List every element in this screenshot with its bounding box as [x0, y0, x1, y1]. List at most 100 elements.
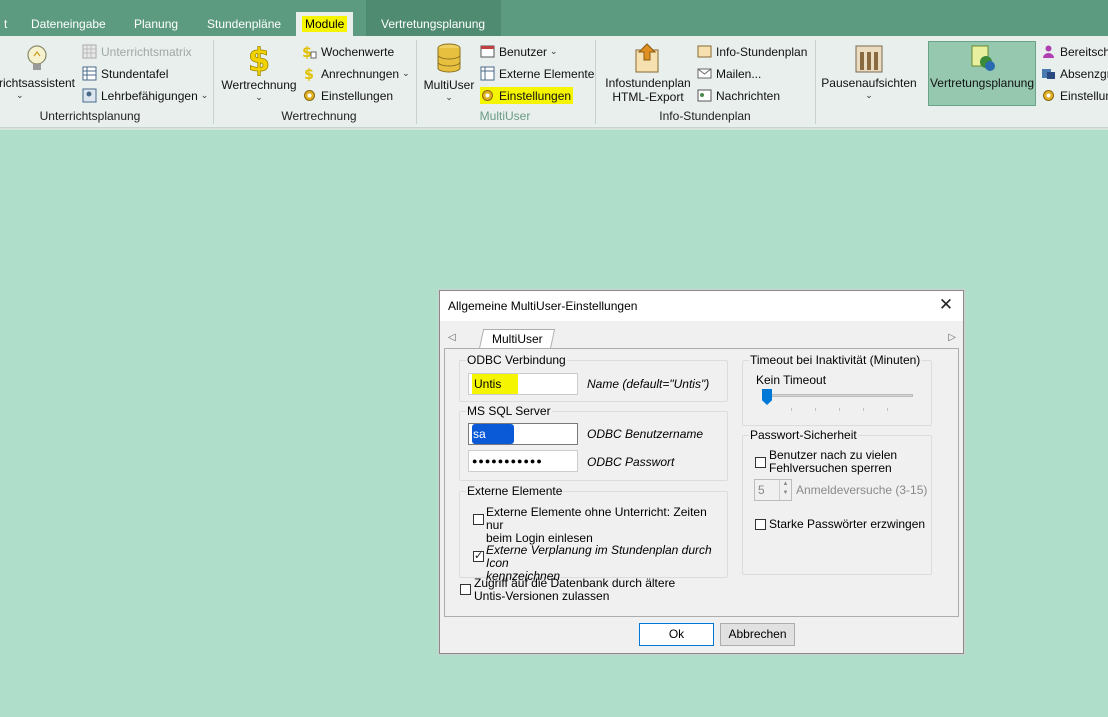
- teacher-grid-icon: [82, 88, 97, 103]
- stepper-up-icon[interactable]: ▲: [780, 480, 791, 489]
- externe-elemente-group: Externe Elemente Externe Elemente ohne U…: [459, 484, 728, 583]
- odbc-name-field[interactable]: Untis: [468, 373, 578, 395]
- dollar-list-icon: $: [302, 45, 317, 59]
- benutzer-button[interactable]: Benutzer ⌄: [480, 44, 558, 59]
- lock-after-attempts-label: Benutzer nach zu vielen Fehlversuchen sp…: [769, 449, 897, 475]
- vertretung-einstellungen-label: Einstellun: [1060, 88, 1108, 103]
- chevron-down-icon: ⌄: [865, 90, 873, 100]
- externe-elemente-button[interactable]: Externe Elemente: [480, 66, 594, 81]
- legacy-access-checkbox[interactable]: [460, 584, 471, 595]
- info-stundenplan-label: Info-Stundenplan: [716, 44, 808, 59]
- multiuser-button[interactable]: MultiUser ⌄: [420, 42, 478, 103]
- table-icon: [82, 66, 97, 81]
- timeout-group-title: Timeout bei Inaktivität (Minuten): [749, 353, 922, 367]
- ribbon: richtsassistent ⌄ Unterrichtsmatrix Stun…: [0, 36, 1108, 128]
- tab-planung[interactable]: Planung: [130, 12, 182, 36]
- odbc-password-field[interactable]: ●●●●●●●●●●●: [468, 450, 578, 472]
- ribbon-separator: [595, 40, 596, 124]
- tab-vertretungsplanung[interactable]: Vertretungsplanung: [377, 12, 489, 36]
- odbc-password-hint: ODBC Passwort: [587, 455, 675, 469]
- strong-passwords-checkbox[interactable]: [755, 519, 766, 530]
- bereitschaft-button[interactable]: Bereitscha: [1041, 44, 1108, 59]
- message-icon: [697, 89, 712, 102]
- close-icon[interactable]: ✕: [937, 296, 955, 314]
- lehrbefaehigungen-button[interactable]: Lehrbefähigungen ⌄: [82, 88, 208, 103]
- multiuser-einstellungen-button[interactable]: Einstellungen: [480, 87, 574, 104]
- group-label-multiuser: MultiUser: [479, 109, 531, 123]
- legacy-access-line2: Untis-Versionen zulassen: [474, 589, 610, 603]
- ribbon-separator: [213, 40, 214, 124]
- stundentafel-label: Stundentafel: [101, 66, 169, 81]
- mailen-label: Mailen...: [716, 66, 762, 81]
- tab-panel: ODBC Verbindung Untis Name (default="Unt…: [444, 348, 959, 617]
- chevron-down-icon: ⌄: [200, 90, 209, 100]
- timeout-slider-track[interactable]: [763, 394, 913, 397]
- dialog-titlebar: Allgemeine MultiUser-Einstellungen ✕: [440, 291, 963, 321]
- group-label-wertrechnung: Wertrechnung: [281, 109, 357, 123]
- odbc-name-hint: Name (default="Untis"): [587, 377, 710, 391]
- group-label-info-stundenplan: Info-Stundenplan: [659, 109, 751, 123]
- ok-button[interactable]: Ok: [639, 623, 714, 646]
- nachrichten-button[interactable]: Nachrichten: [697, 88, 780, 103]
- vertretung-einstellungen-button[interactable]: Einstellun: [1041, 88, 1108, 103]
- export-icon: [635, 43, 659, 73]
- lock-after-attempts-line2: Fehlversuchen sperren: [769, 461, 892, 475]
- group-label-unterrichtsplanung: Unterrichtsplanung: [39, 109, 141, 123]
- benutzer-label: Benutzer: [499, 44, 548, 59]
- password-security-group-title: Passwort-Sicherheit: [749, 428, 858, 442]
- attempts-label: Anmeldeversuche (3-15): [796, 483, 928, 497]
- tab-multiuser-label: MultiUser: [491, 332, 543, 346]
- tab-module[interactable]: Module: [296, 12, 354, 36]
- tab-partial[interactable]: t: [0, 12, 11, 36]
- gear-icon: [482, 90, 493, 101]
- vertretungsplanung-button[interactable]: Vertretungsplanung: [928, 41, 1036, 106]
- stundentafel-button[interactable]: Stundentafel: [82, 66, 168, 81]
- multiuser-einstellungen-label: Einstellungen: [499, 88, 572, 103]
- tab-scroll-left-icon[interactable]: ◁: [448, 332, 456, 343]
- lock-after-attempts-checkbox[interactable]: [755, 457, 766, 468]
- unterrichtsmatrix-button[interactable]: Unterrichtsmatrix: [82, 44, 192, 59]
- pausenaufsichten-label: Pausenaufsichten: [821, 76, 917, 90]
- svg-text:$: $: [302, 45, 312, 59]
- odbc-username-hint: ODBC Benutzername: [587, 427, 704, 441]
- infostundenplan-html-export-button[interactable]: Infostundenplan HTML-Export: [600, 42, 696, 104]
- odbc-group: ODBC Verbindung Untis Name (default="Unt…: [459, 353, 728, 402]
- tab-dateneingabe[interactable]: Dateneingabe: [27, 12, 110, 36]
- pausenaufsichten-button[interactable]: Pausenaufsichten ⌄: [820, 42, 918, 101]
- externe-ohne-unterricht-checkbox[interactable]: [473, 514, 484, 525]
- ribbon-separator: [416, 40, 417, 124]
- odbc-name-value: Untis: [472, 374, 518, 394]
- tab-stundenplaene[interactable]: Stundenpläne: [203, 12, 285, 36]
- odbc-username-value: sa: [472, 424, 514, 444]
- user-list-icon: [480, 45, 495, 58]
- strong-passwords-label: Starke Passwörter erzwingen: [769, 517, 926, 531]
- attempts-stepper-arrows[interactable]: ▲ ▼: [779, 480, 791, 500]
- timeout-slider-thumb[interactable]: [762, 389, 772, 405]
- cancel-button[interactable]: Abbrechen: [720, 623, 795, 646]
- html-export-label: HTML-Export: [612, 90, 684, 104]
- ribbon-separator: [815, 40, 816, 124]
- wertrechnung-button[interactable]: $ Wertrechnung ⌄: [220, 42, 298, 103]
- wochenwerte-button[interactable]: $ Wochenwerte: [302, 44, 394, 60]
- tab-scroll-right-icon[interactable]: ▷: [948, 332, 956, 343]
- sql-server-group: MS SQL Server sa ODBC Benutzername ●●●●●…: [459, 404, 728, 481]
- odbc-username-field[interactable]: sa: [468, 423, 578, 445]
- tab-multiuser[interactable]: MultiUser: [478, 329, 556, 349]
- absenzgruende-button[interactable]: Absenzgr: [1041, 66, 1108, 81]
- mailen-button[interactable]: Mailen...: [697, 66, 761, 81]
- timeout-group: Timeout bei Inaktivität (Minuten) Kein T…: [742, 353, 932, 426]
- externe-verplanung-checkbox[interactable]: [473, 549, 484, 562]
- info-stundenplan-button[interactable]: Info-Stundenplan: [697, 44, 807, 59]
- attempts-stepper[interactable]: 5 ▲ ▼: [754, 479, 792, 501]
- stepper-down-icon[interactable]: ▼: [780, 489, 791, 498]
- tab-module-label: Module: [302, 16, 348, 32]
- anrechnungen-button[interactable]: $ Anrechnungen ⌄: [302, 66, 410, 82]
- dollar-icon: $: [247, 42, 270, 76]
- unterrichtsassistent-button[interactable]: richtsassistent ⌄: [0, 42, 76, 101]
- unterrichtsassistent-label: richtsassistent: [0, 76, 76, 90]
- lehrbefaehigungen-label: Lehrbefähigungen: [101, 88, 198, 103]
- svg-text:$: $: [248, 42, 270, 76]
- wertrechnung-einstellungen-button[interactable]: Einstellungen: [302, 88, 393, 103]
- wertrechnung-label: Wertrechnung: [221, 78, 297, 92]
- dialog-title: Allgemeine MultiUser-Einstellungen: [448, 299, 638, 313]
